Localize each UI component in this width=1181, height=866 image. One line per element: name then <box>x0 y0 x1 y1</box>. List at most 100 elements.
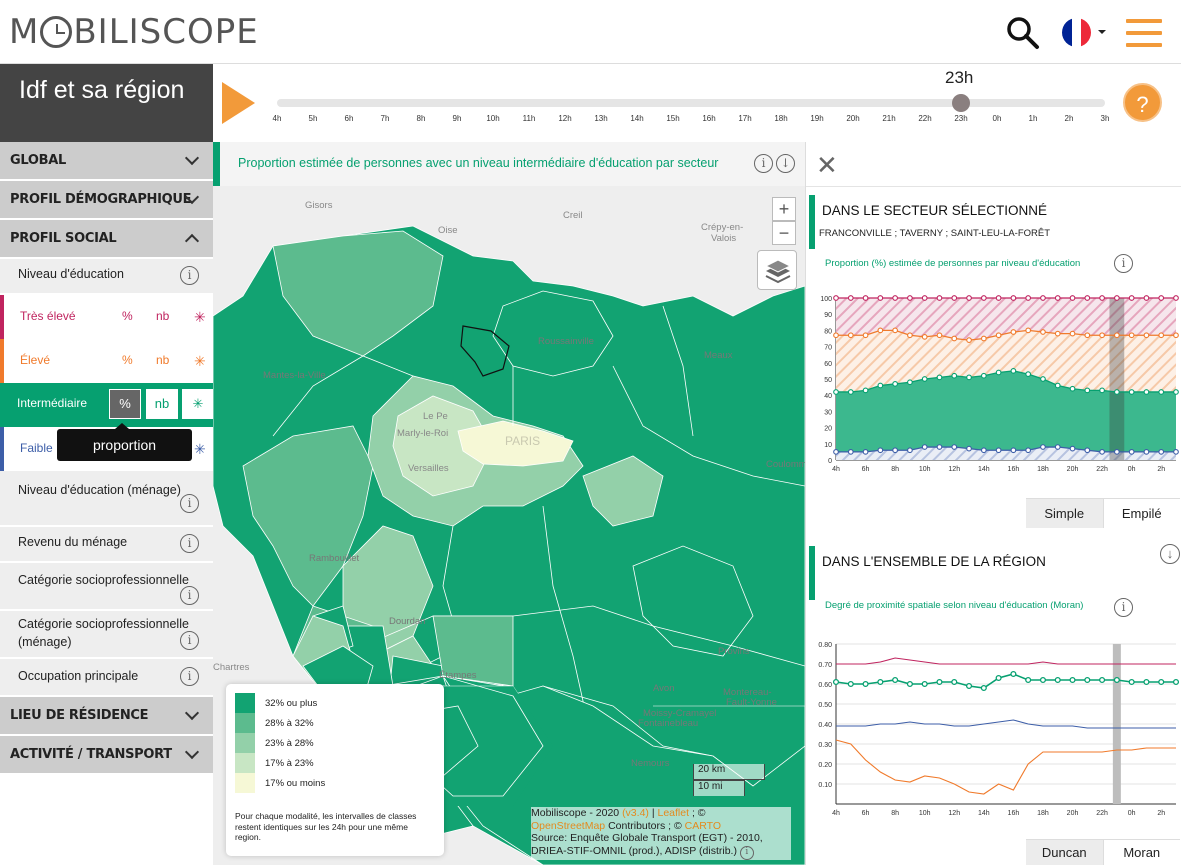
leaflet-link[interactable]: Leaflet <box>657 807 689 819</box>
data-point <box>1099 295 1105 301</box>
info-icon[interactable]: i <box>180 266 199 285</box>
percent-button[interactable]: % <box>122 353 133 367</box>
time-tick[interactable]: 0h <box>982 114 1012 123</box>
tab-duncan[interactable]: Duncan <box>1026 840 1103 865</box>
time-tick[interactable]: 18h <box>766 114 796 123</box>
language-selector[interactable] <box>1062 17 1108 47</box>
segregation-button[interactable]: ✳ <box>194 353 206 370</box>
y-tick-label: 20 <box>824 426 832 433</box>
map-place-label: Creil <box>563 210 583 221</box>
data-point <box>907 379 913 386</box>
time-tick[interactable]: 11h <box>514 114 544 123</box>
data-point <box>892 447 898 454</box>
time-tick[interactable]: 20h <box>838 114 868 123</box>
info-icon[interactable]: i <box>180 667 199 686</box>
data-point <box>995 332 1002 339</box>
map-place-label: Rambouillet <box>309 553 360 564</box>
segregation-button[interactable]: ✳ <box>182 389 214 419</box>
info-icon[interactable]: i <box>739 845 754 860</box>
segregation-button[interactable]: ✳ <box>194 441 206 458</box>
tab-empile[interactable]: Empilé <box>1102 499 1181 528</box>
x-axis-ticks: 4h 6h 8h 10h 12h 14h 16h 18h 20h 22h 0h 2h <box>832 466 1165 473</box>
time-tick[interactable]: 13h <box>586 114 616 123</box>
time-tick[interactable]: 22h <box>910 114 940 123</box>
time-slider-track[interactable] <box>277 99 1105 107</box>
zoom-in-button[interactable]: + <box>772 197 796 221</box>
data-point <box>832 678 840 686</box>
tab-moran[interactable]: Moran <box>1102 840 1181 865</box>
accordion-residence[interactable]: LIEU DE RÉSIDENCE <box>0 697 213 734</box>
legend-item: 32% ou plus <box>235 693 317 713</box>
count-button[interactable]: nb <box>146 389 178 419</box>
modality-tres-eleve[interactable]: Très élevé % nb ✳ <box>0 295 213 339</box>
time-tick[interactable]: 10h <box>478 114 508 123</box>
time-tick[interactable]: 8h <box>406 114 436 123</box>
sidebar-item-income[interactable]: Revenu du ménage i <box>0 527 213 561</box>
time-tick[interactable]: 21h <box>874 114 904 123</box>
time-tick[interactable]: 19h <box>802 114 832 123</box>
sidebar-item-education[interactable]: Niveau d'éducation i <box>0 259 213 293</box>
data-point <box>980 295 987 301</box>
tab-simple[interactable]: Simple <box>1026 499 1103 528</box>
data-point <box>862 680 869 688</box>
time-tick[interactable]: 14h <box>622 114 652 123</box>
time-tick[interactable]: 6h <box>334 114 364 123</box>
osm-link[interactable]: OpenStreetMap <box>531 820 605 832</box>
time-tick[interactable]: 1h <box>1018 114 1048 123</box>
info-icon[interactable]: i <box>180 631 199 650</box>
layers-button[interactable] <box>757 250 797 290</box>
data-point <box>965 682 973 690</box>
time-tick[interactable]: 17h <box>730 114 760 123</box>
modality-eleve[interactable]: Élevé % nb ✳ <box>0 339 213 383</box>
info-icon[interactable]: i <box>180 534 199 553</box>
time-tick[interactable]: 7h <box>370 114 400 123</box>
time-tick[interactable]: 15h <box>658 114 688 123</box>
hamburger-menu-button[interactable] <box>1126 19 1162 47</box>
modality-intermediaire[interactable]: Intermédiaire % nb ✳ <box>0 383 214 427</box>
chart-areas <box>836 298 1176 460</box>
download-icon[interactable]: ↓ <box>776 154 795 173</box>
accordion-activity[interactable]: ACTIVITÉ / TRANSPORT <box>0 736 213 773</box>
x-tick-label: 0h <box>1128 466 1136 473</box>
info-icon[interactable]: i <box>754 154 773 173</box>
sidebar-item-education-household[interactable]: Niveau d'éducation (ménage) i <box>0 471 213 525</box>
info-icon[interactable]: i <box>1114 254 1133 273</box>
info-icon[interactable]: i <box>180 586 199 605</box>
data-point <box>1143 295 1150 301</box>
count-button[interactable]: nb <box>156 353 169 367</box>
y-tick-label: 0.20 <box>818 762 832 769</box>
close-button[interactable]: ✕ <box>816 150 838 181</box>
search-button[interactable] <box>1006 16 1040 50</box>
sidebar-item-occupation[interactable]: Occupation principale i <box>0 659 213 695</box>
time-tick[interactable]: 2h <box>1054 114 1084 123</box>
mobiliscope-logo[interactable]: M BILISCOPE <box>9 12 259 52</box>
segregation-button[interactable]: ✳ <box>194 309 206 326</box>
percent-button[interactable]: % <box>109 389 141 419</box>
play-icon[interactable] <box>222 82 255 124</box>
time-tick[interactable]: 12h <box>550 114 580 123</box>
time-slider-handle[interactable] <box>952 94 970 112</box>
accordion-global[interactable]: GLOBAL <box>0 142 213 179</box>
help-button[interactable]: ? <box>1123 83 1162 122</box>
info-icon[interactable]: i <box>180 494 199 513</box>
time-tick[interactable]: 5h <box>298 114 328 123</box>
zoom-out-button[interactable]: − <box>772 221 796 245</box>
accordion-demographic[interactable]: PROFIL DÉMOGRAPHIQUE <box>0 181 213 218</box>
count-button[interactable]: nb <box>156 309 169 323</box>
region-moran-chart[interactable]: 0.10 0.20 0.30 0.40 0.50 0.60 0.70 0.80 4h 6h 8h 1… <box>808 636 1180 826</box>
version-link[interactable]: (v3.4) <box>622 807 649 819</box>
time-tick[interactable]: 16h <box>694 114 724 123</box>
percent-button[interactable]: % <box>122 309 133 323</box>
sidebar-item-csp[interactable]: Catégorie socioprofessionnelle i <box>0 563 213 609</box>
data-point <box>1143 389 1150 395</box>
sidebar-item-csp-household[interactable]: Catégorie socioprofessionnelle (ménage) i <box>0 611 213 657</box>
sector-education-chart[interactable]: 0 10 20 30 40 50 60 70 80 90 100 4h 6h 8h 10h 12h 14h 16… <box>808 290 1180 490</box>
accordion-social[interactable]: PROFIL SOCIAL <box>0 220 213 257</box>
time-tick[interactable]: 3h <box>1090 114 1120 123</box>
time-tick[interactable]: 4h <box>262 114 292 123</box>
carto-link[interactable]: CARTO <box>685 820 721 832</box>
time-tick[interactable]: 9h <box>442 114 472 123</box>
time-tick[interactable]: 23h <box>946 114 976 123</box>
info-icon[interactable]: i <box>1114 598 1133 617</box>
download-icon[interactable]: ↓ <box>1160 544 1180 564</box>
